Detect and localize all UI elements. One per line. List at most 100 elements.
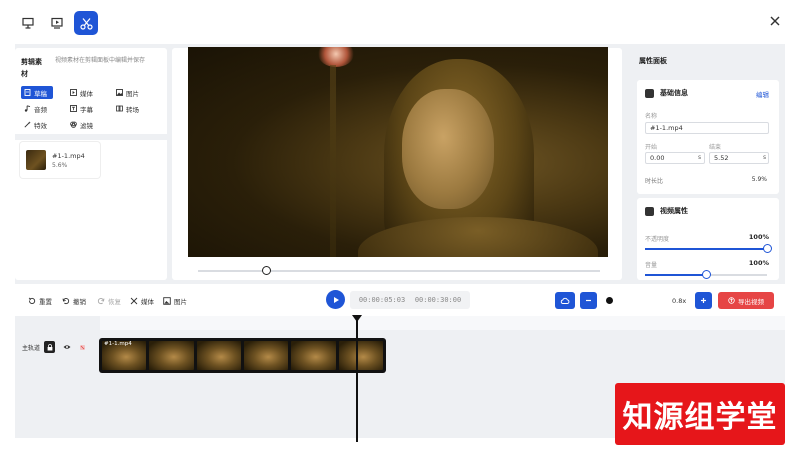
end-field[interactable]: 5.52 <box>709 152 769 164</box>
total-time: 00:00:30:00 <box>414 296 462 304</box>
delete-button[interactable]: 图片 <box>163 296 187 306</box>
track-visibility-button[interactable] <box>62 341 72 353</box>
mute-icon <box>79 344 85 350</box>
tab-transitions[interactable]: 转场 <box>113 102 159 115</box>
record-indicator[interactable] <box>606 297 613 304</box>
eye-icon <box>63 345 71 349</box>
tab-filters[interactable]: 滤镜 <box>67 118 113 131</box>
duration-label: 时长比 <box>645 178 664 185</box>
video-properties-card: 视频属性 不透明度 100% 音量 100% <box>637 198 779 280</box>
clip-frame <box>149 341 194 370</box>
name-label: 名称 <box>645 113 658 120</box>
filter-icon <box>70 121 77 128</box>
asset-info: #1-1.mp4 5.6% <box>52 152 85 169</box>
video-preview[interactable] <box>188 47 608 257</box>
redo-icon <box>97 297 105 305</box>
basic-info-edit-link[interactable]: 编辑 <box>756 89 769 99</box>
video-icon <box>645 206 654 216</box>
mode-monitor-button[interactable] <box>45 11 69 35</box>
opacity-value: 100% <box>748 233 769 241</box>
asset-size: 5.6% <box>52 161 68 169</box>
video-properties-title: 视频属性 <box>660 207 688 215</box>
delete-label: 图片 <box>174 298 187 306</box>
tab-subtitles[interactable]: 字幕 <box>67 102 113 115</box>
play-icon <box>333 296 339 303</box>
preview-scrubber-handle[interactable] <box>261 266 271 275</box>
top-bar <box>0 0 800 44</box>
zoom-in-button[interactable] <box>695 292 712 309</box>
asset-thumbnail <box>26 150 46 170</box>
cloud-icon <box>560 297 570 304</box>
asset-panel-divider <box>15 134 167 140</box>
music-icon <box>24 105 31 112</box>
text-icon <box>70 105 77 112</box>
name-field[interactable]: #1-1.mp4 <box>645 122 769 134</box>
clip-frame <box>196 341 241 370</box>
clip-frame <box>338 341 383 370</box>
opacity-slider-fill <box>645 248 767 250</box>
video-properties-header: 视频属性 <box>645 206 688 216</box>
playhead-handle[interactable] <box>352 315 362 322</box>
export-icon <box>728 297 735 304</box>
preview-scrubber[interactable] <box>198 270 600 272</box>
opacity-label: 不透明度 <box>645 236 670 243</box>
timeline-ruler[interactable] <box>100 316 785 330</box>
basic-info-card: 基础信息 编辑 名称 #1-1.mp4 开始 0.00 s 结束 5.52 s … <box>637 80 779 194</box>
split-label: 媒体 <box>141 298 154 306</box>
tab-label: 图片 <box>126 89 139 98</box>
cloud-button[interactable] <box>555 292 575 309</box>
zoom-out-button[interactable] <box>580 292 597 309</box>
track-lock-button[interactable] <box>44 341 55 353</box>
mode-edit-button[interactable] <box>74 11 98 35</box>
file-icon <box>24 89 31 96</box>
tab-audio[interactable]: 音频 <box>21 102 67 115</box>
duration-value: 5.9% <box>751 176 767 183</box>
end-unit: s <box>763 154 767 161</box>
play-button[interactable] <box>326 290 345 309</box>
timeline-clip[interactable] <box>99 338 386 373</box>
reset-button[interactable]: 重置 <box>28 296 52 306</box>
zoom-level: 0.8x <box>672 297 687 305</box>
video-subject-face <box>402 89 494 209</box>
volume-slider-handle[interactable] <box>701 270 711 279</box>
info-icon <box>645 88 654 98</box>
image-icon <box>163 297 171 305</box>
lock-icon <box>47 343 52 350</box>
opacity-slider-handle[interactable] <box>762 244 772 253</box>
undo-icon <box>62 297 70 305</box>
magic-wand-icon <box>24 121 31 128</box>
reset-icon <box>28 297 36 305</box>
time-display: 00:00:05:03 00:00:30:00 <box>350 291 470 309</box>
tab-drafts[interactable]: 草稿 <box>21 86 53 99</box>
track-mute-button[interactable] <box>77 341 87 353</box>
mode-presentation-button[interactable] <box>16 11 40 35</box>
tab-label: 草稿 <box>34 89 47 98</box>
tab-label: 特效 <box>34 121 47 130</box>
tab-effects[interactable]: 特效 <box>21 118 67 131</box>
current-time: 00:00:05:03 <box>358 296 406 304</box>
split-button[interactable]: 媒体 <box>130 296 154 306</box>
tab-media[interactable]: 媒体 <box>67 86 113 99</box>
watermark-text: 知源组学堂 <box>622 400 778 435</box>
export-button[interactable]: 导出视频 <box>718 292 774 309</box>
asset-item[interactable]: #1-1.mp4 5.6% <box>20 142 100 178</box>
redo-button[interactable]: 恢复 <box>97 296 121 306</box>
image-icon <box>116 89 123 96</box>
close-button[interactable] <box>768 14 782 28</box>
volume-label: 音量 <box>645 262 658 269</box>
tab-label: 媒体 <box>80 89 93 98</box>
undo-button[interactable]: 撤销 <box>62 296 86 306</box>
start-field[interactable]: 0.00 <box>645 152 705 164</box>
export-label: 导出视频 <box>738 297 764 306</box>
timeline-playhead[interactable] <box>356 318 358 442</box>
start-unit: s <box>698 154 702 161</box>
tab-label: 滤镜 <box>80 121 93 130</box>
tab-label: 音频 <box>34 105 47 114</box>
volume-value: 100% <box>748 259 769 267</box>
end-label: 结束 <box>709 144 722 151</box>
tab-images[interactable]: 图片 <box>113 86 159 99</box>
clip-frame <box>291 341 336 370</box>
media-icon <box>70 89 77 96</box>
properties-title: 属性面板 <box>639 57 667 65</box>
undo-label: 撤销 <box>73 298 86 306</box>
